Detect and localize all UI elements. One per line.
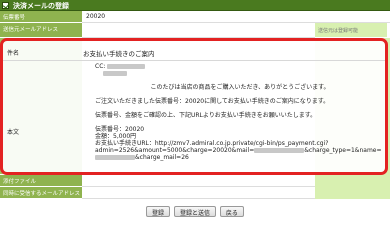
body-amount: 金額：5,000円 [95, 133, 137, 140]
cc-line-2 [95, 70, 385, 77]
mail-body: CC: このたびは当店の商品をご購入いただき、ありがとうございます。 ご注文いた… [95, 63, 385, 161]
back-button[interactable]: 戻る [219, 206, 244, 217]
body-line-1: このたびは当店の商品をご購入いただき、ありがとうございます。 [150, 84, 330, 91]
note-text: 送信元は登録可能 [318, 28, 359, 34]
footer-buttons: 登録 登録と送信 戻る [0, 206, 390, 217]
mail-preview-panel: 件名 お支払い手続きのご案内 本文 CC: このたびは当店の商品をご購入いただき… [0, 38, 388, 175]
side-panel-bottom [315, 175, 390, 199]
window-title: 決済メールの登録 [13, 2, 69, 10]
cc-row-label: 同時に受信するメールアドレス [3, 191, 81, 197]
form-label-sender: 送信元メールアドレス [0, 23, 82, 38]
note-box: 送信元は登録可能 [315, 23, 387, 37]
body-line-2: ご注文いただきました伝票番号：20020に関してお支払い手続きのご案内になります… [95, 98, 330, 105]
body-url: お支払い手続きURL：http://zmv7.admiral.co.jp.pri… [95, 140, 382, 161]
form-value-cc [82, 187, 315, 199]
form-label-cc: 同時に受信するメールアドレス [0, 187, 82, 199]
register-and-send-button[interactable]: 登録と送信 [173, 206, 216, 217]
body-line-3: 伝票番号、金額をご確認の上、下記URLよりお支払い手続きをお願いいたします。 [95, 112, 317, 119]
register-button[interactable]: 登録 [146, 206, 171, 217]
body-slip: 伝票番号：20020 [95, 126, 145, 133]
form-value-sender [82, 23, 315, 38]
subject-text: お支払い手続きのご案内 [83, 50, 155, 58]
subject-label: 件名 [7, 50, 20, 57]
checkbox-icon [2, 2, 9, 9]
form-value-file [82, 175, 315, 187]
form-label-code: 伝票番号 [0, 11, 82, 23]
redacted-name-param [95, 155, 135, 160]
window-titlebar: 決済メールの登録 [0, 0, 390, 11]
redacted-mail-param [254, 148, 305, 153]
subject-divider [3, 60, 385, 61]
body-label: 本文 [7, 129, 20, 136]
form-label-file: 添付ファイル [0, 175, 82, 187]
form-side-top [315, 11, 390, 23]
redacted-name [103, 71, 127, 76]
cc-line: CC: [95, 63, 385, 70]
code-value: 20020 [86, 13, 106, 20]
form-value-code: 20020 [82, 11, 315, 23]
redacted-email [107, 64, 146, 69]
